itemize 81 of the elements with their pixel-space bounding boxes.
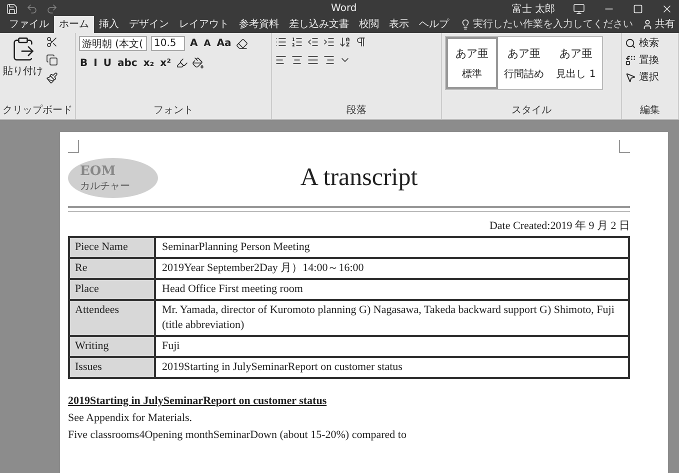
display-options-icon[interactable] [573,2,585,14]
replace-icon [625,54,636,66]
format-button[interactable]: I [92,58,98,68]
align-center-icon[interactable] [291,54,303,66]
table-cell: Place [69,279,155,300]
font-size-field[interactable]: 10.5 [151,36,185,51]
table-cell: 2019Year September2Day 月）14:00～16:00 [155,258,629,279]
body-text: Five classrooms4Opening monthSeminarDown (about 15-20%) compared to [68,429,408,441]
paste-button[interactable]: 貼り付け [3,36,43,104]
ribbon-tab[interactable]: 校閲 [354,16,384,33]
ribbon-tab[interactable]: 参考資料 [234,16,284,33]
undo-icon[interactable] [26,2,38,14]
format-button[interactable]: x² [159,58,172,68]
logo: EOM カルチャー [68,158,158,198]
table-cell: Fuji [155,336,629,357]
justify-icon[interactable] [307,54,319,66]
editing-button[interactable]: 検索 [625,36,659,50]
search-icon [625,38,636,48]
close-icon[interactable] [661,2,673,14]
align-right-icon[interactable] [323,54,335,66]
sort-icon[interactable] [339,36,351,48]
style-item[interactable]: あア亜 行間詰め [498,37,550,89]
table-cell: Attendees [69,300,155,336]
numbering-icon[interactable] [291,36,303,48]
editing-button[interactable]: 置換 [625,53,659,67]
person-icon [642,18,653,30]
copy-icon[interactable] [46,54,58,66]
ribbon-tab[interactable]: 表示 [384,16,414,33]
section-heading: 2019Starting in JulySeminarReport on customer status [68,395,327,407]
table-cell: Mr. Yamada, director of Kuromoto planning G) Nagasawa, Takeda backward support G) Shimoto, Fuji (title abbreviation) [155,300,629,336]
group-label: フォント [154,104,194,118]
table-cell: Head Office First meeting room [155,279,629,300]
table-cell: Writing [69,336,155,357]
fill-icon[interactable] [192,57,204,69]
window-title: Word [330,3,358,14]
redo-icon[interactable] [46,2,58,14]
format-painter-icon[interactable] [46,72,58,84]
pilcrow-icon[interactable] [355,36,367,48]
highlighter-icon[interactable] [176,57,188,69]
group-label: クリップボード [2,104,72,118]
body-text: See Appendix for Materials. [68,412,194,424]
pointer-icon [625,72,636,82]
ribbon-tab[interactable]: デザイン [124,16,174,33]
ribbon-tab[interactable]: ヘルプ [414,16,454,33]
table-cell: Re [69,258,155,279]
grow-font-button[interactable]: A [189,38,199,49]
lightbulb-icon [460,18,471,30]
cut-icon[interactable] [46,36,58,48]
eraser-icon[interactable] [236,38,248,50]
editing-button[interactable]: 選択 [625,70,659,84]
document-title: A transcript [299,164,419,192]
ribbon-tab[interactable]: ファイル [4,16,54,33]
font-name-field[interactable]: 游明朝 (本文( [79,36,147,51]
shrink-font-button[interactable]: A [202,38,212,48]
table-cell: 2019Starting in JulySeminarReport on customer status [155,357,629,378]
group-label: 段落 [346,104,366,118]
group-label: スタイル [512,104,552,118]
format-button[interactable]: B [79,58,89,68]
share-button[interactable]: 共有 [638,17,679,33]
table-cell: Piece Name [69,237,155,258]
maximize-icon[interactable] [633,4,643,14]
style-item[interactable]: あア亜 見出し 1 [550,37,602,89]
style-item[interactable]: あア亜 標準 [446,37,498,89]
user-name: 富士 太郎 [512,2,555,16]
increase-indent-icon[interactable] [323,36,335,48]
ribbon-tab[interactable]: 挿入 [94,16,124,33]
tell-me-field[interactable]: 実行したい作業を入力してください [460,17,633,33]
format-button[interactable]: abc [116,58,138,68]
group-label: 編集 [640,104,660,118]
format-button[interactable]: x₂ [142,58,156,68]
ribbon-tab[interactable]: 差し込み文書 [284,16,354,33]
date-created: Date Created:2019 年 9 月 2 日 [488,219,630,233]
ribbon-tab[interactable]: レイアウト [174,16,234,33]
ribbon-tab[interactable]: ホーム [54,16,94,33]
table-cell: Issues [69,357,155,378]
decrease-indent-icon[interactable] [307,36,319,48]
table-cell: SeminarPlanning Person Meeting [155,237,629,258]
save-icon[interactable] [6,2,18,14]
change-case-button[interactable]: Aa [216,38,232,49]
align-left-icon[interactable] [275,54,287,66]
format-button[interactable]: U [102,58,112,68]
